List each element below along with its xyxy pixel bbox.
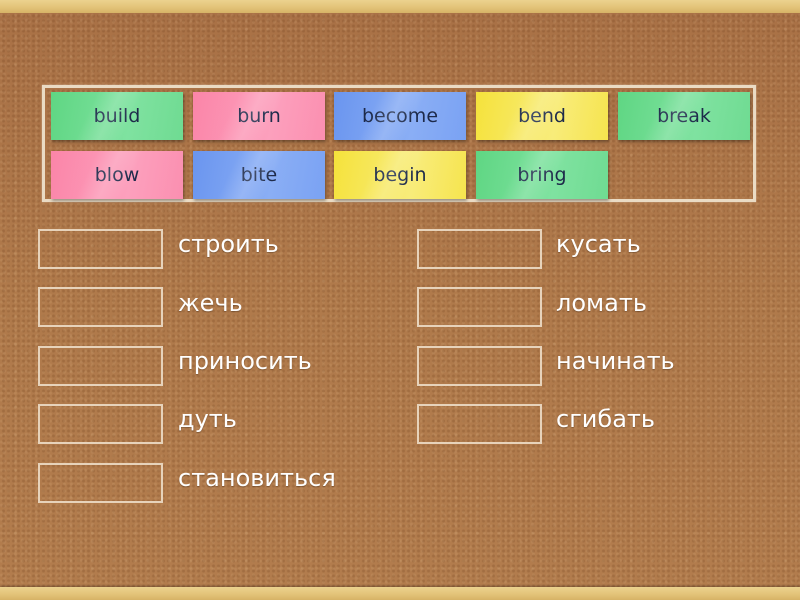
drop-slot[interactable]	[38, 463, 163, 503]
board-frame-top	[0, 0, 800, 13]
target-label: строить	[178, 230, 279, 258]
word-card-burn[interactable]: burn	[193, 92, 325, 140]
word-card-bend[interactable]: bend	[476, 92, 608, 140]
drop-slot[interactable]	[417, 346, 542, 386]
word-card-bring[interactable]: bring	[476, 151, 608, 199]
target-label: жечь	[178, 289, 243, 317]
word-card-label: break	[657, 105, 711, 127]
drop-slot[interactable]	[38, 229, 163, 269]
drop-slot[interactable]	[38, 404, 163, 444]
drop-slot[interactable]	[38, 346, 163, 386]
word-card-begin[interactable]: begin	[334, 151, 466, 199]
word-card-blow[interactable]: blow	[51, 151, 183, 199]
word-card-label: burn	[237, 105, 281, 127]
target-label: приносить	[178, 347, 312, 375]
word-card-label: bite	[240, 164, 278, 186]
drop-slot[interactable]	[417, 404, 542, 444]
word-card-label: become	[361, 105, 439, 127]
word-card-label: bend	[518, 105, 566, 127]
word-card-become[interactable]: become	[334, 92, 466, 140]
target-label: кусать	[556, 230, 641, 258]
target-label: сгибать	[556, 405, 656, 433]
word-card-break[interactable]: break	[618, 92, 750, 140]
drop-slot[interactable]	[38, 287, 163, 327]
word-card-label: begin	[373, 164, 427, 186]
drop-slot[interactable]	[417, 229, 542, 269]
target-label: становиться	[178, 464, 336, 492]
board-frame-bottom	[0, 587, 800, 600]
word-card-label: build	[93, 105, 141, 127]
drop-slot[interactable]	[417, 287, 542, 327]
target-label: дуть	[178, 405, 237, 433]
word-card-build[interactable]: build	[51, 92, 183, 140]
target-label: начинать	[556, 347, 675, 375]
word-card-label: blow	[94, 164, 140, 186]
word-card-label: bring	[517, 164, 567, 186]
word-card-bite[interactable]: bite	[193, 151, 325, 199]
target-label: ломать	[556, 289, 647, 317]
